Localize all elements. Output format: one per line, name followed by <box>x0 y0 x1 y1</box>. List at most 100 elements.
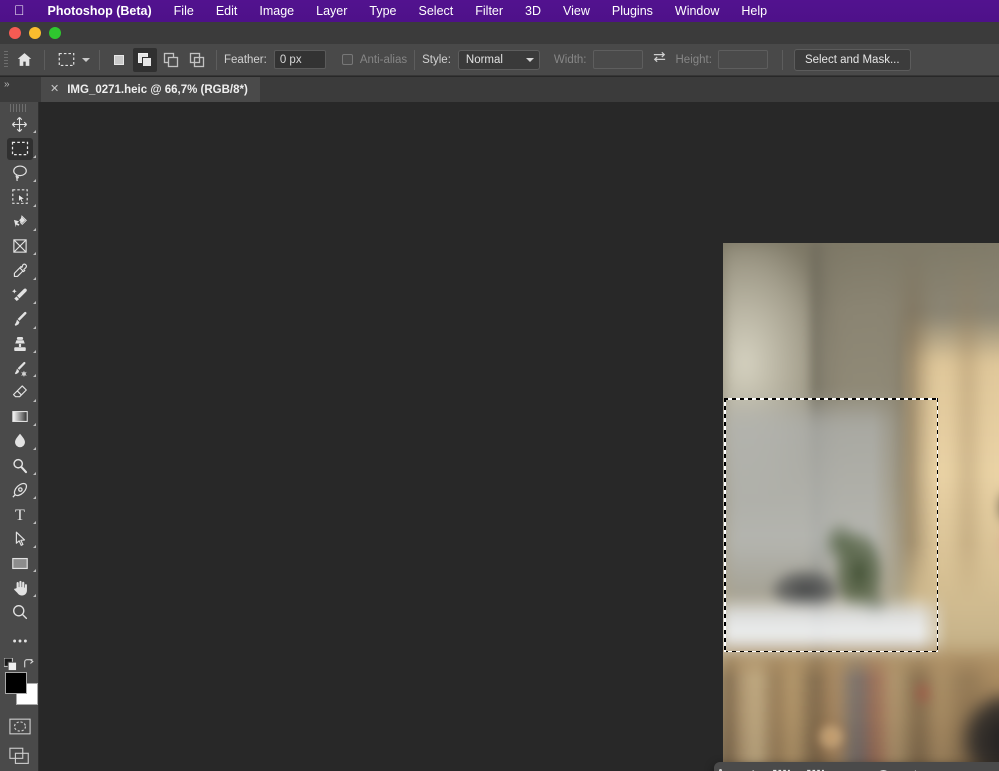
divider <box>414 50 415 70</box>
menu-item-edit[interactable]: Edit <box>205 0 249 22</box>
quick-mask-button[interactable] <box>0 714 39 744</box>
feather-label: Feather: <box>224 54 267 66</box>
add-mask-button[interactable] <box>832 765 866 771</box>
home-icon[interactable] <box>11 48 37 72</box>
chevron-down-icon[interactable] <box>82 58 90 62</box>
menu-item-photoshop[interactable]: Photoshop (Beta) <box>37 0 163 22</box>
select-and-mask-button[interactable]: Select and Mask... <box>794 49 911 71</box>
blur-droplet-icon <box>7 430 33 452</box>
canvas-area[interactable]: Deselect <box>39 102 999 771</box>
subtract-from-selection-button[interactable] <box>159 48 183 72</box>
dodge-tool[interactable] <box>0 453 39 477</box>
brush-icon <box>7 308 33 330</box>
options-bar-grip[interactable] <box>4 51 8 69</box>
quick-selection-icon <box>7 211 33 233</box>
brush-tool[interactable] <box>0 307 39 331</box>
screen-mode-button[interactable] <box>0 744 39 771</box>
menu-item-help[interactable]: Help <box>730 0 778 22</box>
tool-flyout-indicator[interactable] <box>33 277 36 280</box>
add-to-selection-button[interactable] <box>133 48 157 72</box>
menu-item-layer[interactable]: Layer <box>305 0 358 22</box>
tool-flyout-indicator[interactable] <box>33 326 36 329</box>
tool-flyout-indicator[interactable] <box>33 472 36 475</box>
close-window-button[interactable] <box>9 27 21 39</box>
swap-width-height-icon[interactable] <box>652 50 667 69</box>
menu-item-image[interactable]: Image <box>248 0 305 22</box>
menu-item-3d[interactable]: 3D <box>514 0 552 22</box>
tool-flyout-indicator[interactable] <box>33 155 36 158</box>
invert-selection-button[interactable] <box>798 765 832 771</box>
height-input[interactable] <box>718 50 768 69</box>
tool-flyout-indicator[interactable] <box>33 252 36 255</box>
tool-flyout-indicator[interactable] <box>33 374 36 377</box>
hand-tool[interactable] <box>0 575 39 599</box>
tool-flyout-indicator[interactable] <box>33 545 36 548</box>
double-chevron-right-icon[interactable]: » <box>0 77 21 102</box>
foreground-color-swatch[interactable] <box>5 672 27 694</box>
style-select[interactable]: Normal <box>458 50 540 70</box>
history-brush-tool[interactable] <box>0 356 39 380</box>
zoom-window-button[interactable] <box>49 27 61 39</box>
path-selection-tool[interactable] <box>0 527 39 551</box>
move-tool[interactable] <box>0 112 39 136</box>
intersect-selection-button[interactable] <box>185 48 209 72</box>
type-tool[interactable]: T <box>0 502 39 526</box>
object-selection-tool[interactable] <box>0 185 39 209</box>
rectangular-marquee-tool[interactable] <box>0 136 39 160</box>
tool-preset-picker[interactable] <box>52 49 92 71</box>
select-subject-brush-button[interactable] <box>730 765 764 771</box>
eyedropper-tool[interactable] <box>0 258 39 282</box>
menu-item-view[interactable]: View <box>552 0 601 22</box>
menu-item-filter[interactable]: Filter <box>464 0 514 22</box>
apple-logo-icon[interactable]:  <box>8 3 37 17</box>
width-input[interactable] <box>593 50 643 69</box>
tool-flyout-indicator[interactable] <box>33 301 36 304</box>
fill-selection-button[interactable] <box>900 765 934 771</box>
minimize-window-button[interactable] <box>29 27 41 39</box>
menu-item-plugins[interactable]: Plugins <box>601 0 664 22</box>
contextual-taskbar[interactable]: Deselect <box>714 762 999 771</box>
color-swatches <box>0 658 39 714</box>
tool-flyout-indicator[interactable] <box>33 423 36 426</box>
tool-flyout-indicator[interactable] <box>33 179 36 182</box>
tool-flyout-indicator[interactable] <box>33 130 36 133</box>
document-tab[interactable]: ✕ IMG_0271.heic @ 66,7% (RGB/8*) <box>41 77 260 102</box>
close-icon[interactable]: ✕ <box>50 84 59 95</box>
tool-flyout-indicator[interactable] <box>33 399 36 402</box>
rectangle-tool[interactable] <box>0 551 39 575</box>
toolbar-grip[interactable] <box>10 104 28 112</box>
tool-flyout-indicator[interactable] <box>33 569 36 572</box>
document-image[interactable] <box>723 243 999 771</box>
swap-colors-icon[interactable] <box>23 658 35 673</box>
zoom-tool[interactable] <box>0 600 39 624</box>
menu-item-type[interactable]: Type <box>358 0 407 22</box>
menu-item-window[interactable]: Window <box>664 0 730 22</box>
lasso-tool[interactable] <box>0 161 39 185</box>
quick-selection-tool[interactable] <box>0 210 39 234</box>
crop-tool[interactable] <box>0 234 39 258</box>
gradient-tool[interactable] <box>0 405 39 429</box>
eraser-tool[interactable] <box>0 380 39 404</box>
transform-selection-button[interactable] <box>764 765 798 771</box>
spot-healing-brush-tool[interactable] <box>0 283 39 307</box>
clone-stamp-tool[interactable] <box>0 332 39 356</box>
photo-blur-wash <box>723 243 999 771</box>
tool-flyout-indicator[interactable] <box>33 594 36 597</box>
tool-flyout-indicator[interactable] <box>33 204 36 207</box>
feather-input[interactable]: 0 px <box>274 50 326 69</box>
blur-tool[interactable] <box>0 429 39 453</box>
menu-item-select[interactable]: Select <box>408 0 465 22</box>
tool-flyout-indicator[interactable] <box>33 228 36 231</box>
anti-alias-checkbox[interactable] <box>342 54 353 65</box>
tool-flyout-indicator[interactable] <box>33 521 36 524</box>
tool-flyout-indicator[interactable] <box>33 350 36 353</box>
adjustment-layer-button[interactable] <box>866 765 900 771</box>
screen-mode-icon <box>9 747 31 771</box>
menu-item-file[interactable]: File <box>163 0 205 22</box>
pen-tool[interactable] <box>0 478 39 502</box>
new-selection-button[interactable] <box>107 48 131 72</box>
edit-toolbar-button[interactable] <box>0 629 39 653</box>
more-options-button[interactable] <box>934 765 968 771</box>
tool-flyout-indicator[interactable] <box>33 447 36 450</box>
tool-flyout-indicator[interactable] <box>33 496 36 499</box>
